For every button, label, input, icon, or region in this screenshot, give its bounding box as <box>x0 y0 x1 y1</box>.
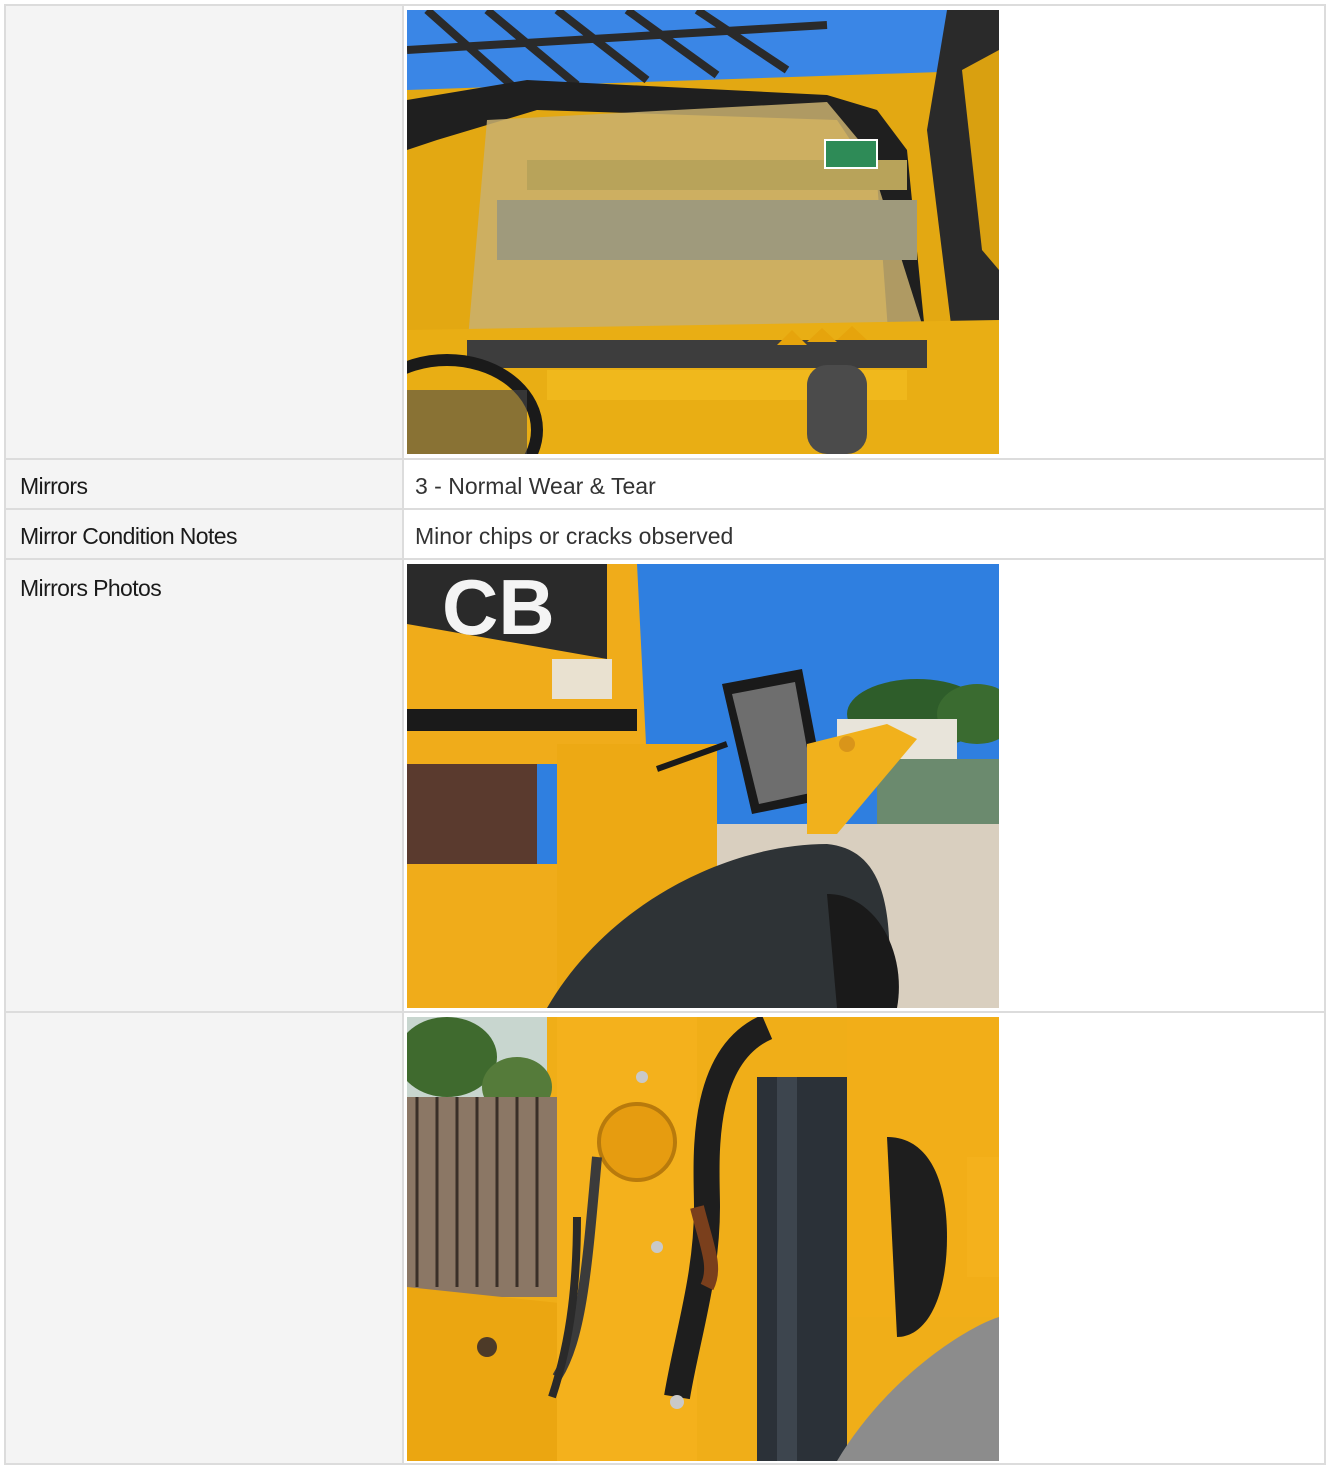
table-row: Mirrors Photos CB <box>4 558 1326 1013</box>
mirrors-label: Mirrors <box>20 473 88 499</box>
cab-windshield-photo[interactable] <box>407 10 999 454</box>
row-label-cell: Mirrors <box>4 458 404 510</box>
inspection-table: Mirrors 3 - Normal Wear & Tear Mirror Co… <box>4 4 1326 1465</box>
svg-text:CB: CB <box>442 564 555 651</box>
row-value-cell: CB <box>402 558 1326 1013</box>
row-value-cell <box>402 4 1326 460</box>
row-label <box>6 1013 402 1027</box>
row-value-cell: Minor chips or cracks observed <box>402 508 1326 560</box>
row-value-cell: 3 - Normal Wear & Tear <box>402 458 1326 510</box>
side-mirror-photo[interactable]: CB <box>407 564 999 1008</box>
mirrors-photos-label: Mirrors Photos <box>20 575 162 601</box>
hydraulic-hose-photo[interactable] <box>407 1017 999 1461</box>
row-label <box>6 6 402 20</box>
row-label-cell: Mirror Condition Notes <box>4 508 404 560</box>
table-row <box>4 4 1326 460</box>
row-label-cell <box>4 4 404 460</box>
mirrors-rating-value: 3 - Normal Wear & Tear <box>415 473 656 499</box>
table-row: Mirrors 3 - Normal Wear & Tear <box>4 458 1326 510</box>
table-row: Mirror Condition Notes Minor chips or cr… <box>4 508 1326 560</box>
row-value-cell <box>402 1011 1326 1465</box>
table-row <box>4 1011 1326 1465</box>
row-label-cell: Mirrors Photos <box>4 558 404 1013</box>
mirror-condition-notes-value: Minor chips or cracks observed <box>415 523 734 549</box>
row-label-cell <box>4 1011 404 1465</box>
mirror-condition-notes-label: Mirror Condition Notes <box>20 523 237 549</box>
